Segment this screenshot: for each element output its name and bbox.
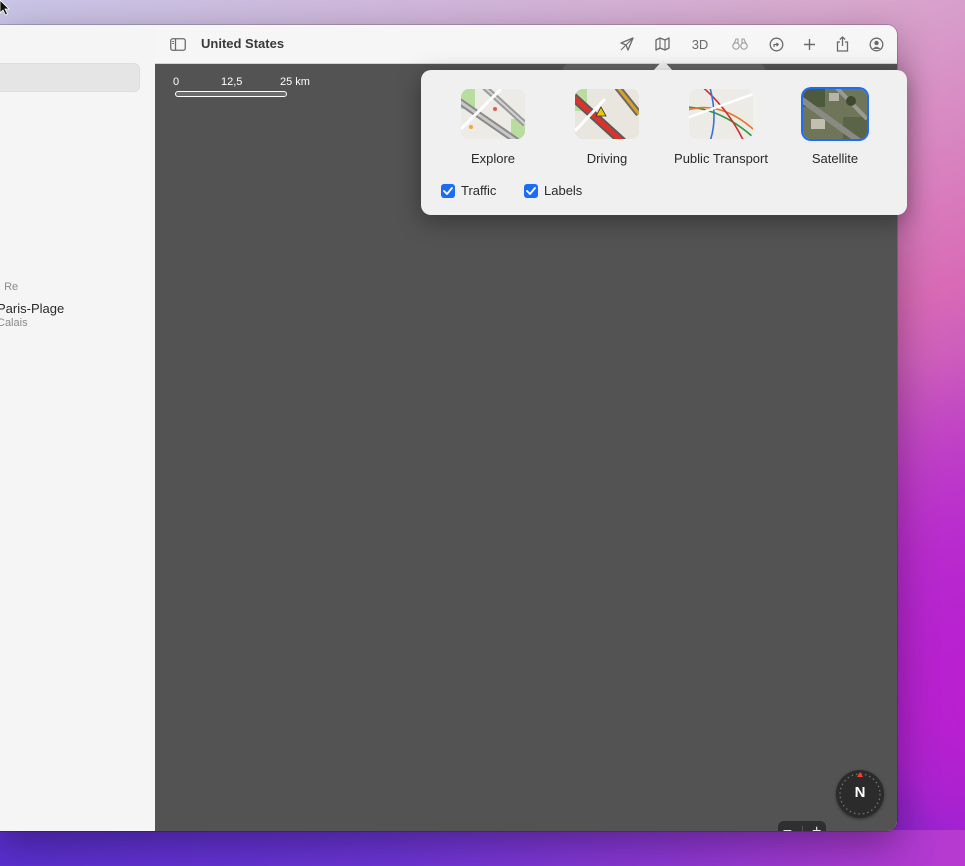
- desktop-wallpaper: [0, 830, 965, 866]
- scale-bar-line: [175, 91, 287, 97]
- sidebar: , Re Paris-Plage Calais: [0, 25, 156, 831]
- compass-north-label: N: [854, 784, 866, 801]
- recent-item-subtitle: , Re: [0, 281, 19, 293]
- account-button[interactable]: [864, 33, 888, 55]
- zoom-out-button[interactable]: −: [783, 823, 792, 832]
- look-around-button[interactable]: [728, 33, 752, 55]
- add-button[interactable]: [797, 33, 821, 55]
- map-style-public-transport[interactable]: Public Transport: [666, 89, 776, 166]
- toolbar: United States 3D: [155, 25, 897, 64]
- labels-checkbox[interactable]: [524, 183, 538, 198]
- scale-label-0: 0: [173, 76, 180, 88]
- checkmark-icon: [526, 186, 536, 195]
- map-style-explore-label: Explore: [470, 151, 516, 166]
- satellite-map-icon: [803, 89, 867, 139]
- map-style-popover: Explore Driving Public Transport Satelli…: [421, 70, 907, 215]
- explore-map-icon: [461, 89, 525, 139]
- zoom-in-button[interactable]: +: [812, 823, 821, 832]
- map-style-driving-label: Driving: [586, 151, 628, 166]
- labels-toggle[interactable]: Labels: [524, 183, 582, 198]
- traffic-checkbox[interactable]: [441, 183, 455, 198]
- share-icon: [836, 36, 848, 52]
- zoom-divider: [801, 825, 803, 831]
- location-arrow-icon: [620, 37, 634, 51]
- account-icon: [869, 37, 883, 51]
- plus-icon: [803, 38, 815, 50]
- checkmark-icon: [443, 186, 453, 195]
- map-style-explore[interactable]: Explore: [438, 89, 548, 166]
- driving-map-icon: [575, 89, 639, 139]
- map-style-satellite-label: Satellite: [811, 151, 859, 166]
- scale-label-end: 25 km: [280, 76, 310, 88]
- map-icon: [654, 37, 670, 51]
- window-title: United States: [201, 36, 285, 51]
- directions-icon: [769, 37, 783, 51]
- current-location-button[interactable]: [615, 33, 639, 55]
- map-style-driving[interactable]: Driving: [552, 89, 662, 166]
- three-d-button[interactable]: 3D: [686, 33, 714, 55]
- sidebar-toggle-button[interactable]: [166, 33, 190, 55]
- map-style-satellite[interactable]: Satellite: [780, 89, 890, 166]
- mouse-cursor-icon: [0, 0, 10, 16]
- recent-item-region: Calais: [0, 317, 28, 329]
- directions-button[interactable]: [764, 33, 788, 55]
- labels-label: Labels: [544, 183, 583, 198]
- recent-item-title[interactable]: Paris-Plage: [0, 301, 64, 316]
- sidebar-toggle-icon: [170, 37, 186, 51]
- traffic-label: Traffic: [461, 183, 497, 198]
- binoculars-icon: [732, 38, 748, 50]
- scale-label-mid: 12,5: [221, 76, 243, 88]
- traffic-toggle[interactable]: Traffic: [441, 183, 496, 198]
- map-mode-button[interactable]: [650, 33, 674, 55]
- share-button[interactable]: [830, 33, 854, 55]
- map-style-public-transport-label: Public Transport: [674, 151, 768, 166]
- public-transport-map-icon: [689, 89, 753, 139]
- search-field[interactable]: [0, 63, 140, 92]
- zoom-control: − +: [778, 821, 826, 831]
- compass-button[interactable]: N: [836, 770, 884, 818]
